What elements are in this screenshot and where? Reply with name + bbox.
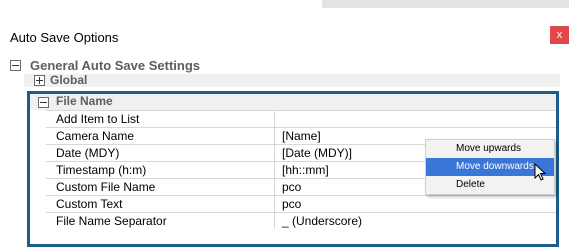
column-divider — [274, 196, 275, 212]
column-divider — [274, 145, 275, 161]
property-row[interactable]: File Name Separator _ (Underscore) — [46, 212, 556, 229]
tree-node-file-name[interactable]: File Name — [30, 94, 556, 110]
property-value[interactable]: [Date (MDY)] — [282, 146, 352, 160]
column-divider — [274, 128, 275, 144]
property-value[interactable]: pco — [282, 197, 301, 211]
window-title: Auto Save Options — [10, 30, 119, 45]
property-name: Date (MDY) — [56, 146, 120, 160]
property-value[interactable]: _ (Underscore) — [282, 214, 362, 228]
property-value[interactable]: [Name] — [282, 129, 321, 143]
property-name: Add Item to List — [56, 112, 140, 126]
close-button[interactable]: x — [550, 26, 569, 44]
collapse-toggle-icon[interactable] — [10, 60, 21, 71]
property-name: Custom Text — [56, 197, 123, 211]
column-divider — [274, 213, 275, 229]
column-divider — [274, 111, 275, 127]
column-divider — [274, 162, 275, 178]
property-name: File Name Separator — [56, 214, 167, 228]
tree-node-label: General Auto Save Settings — [30, 58, 201, 73]
property-value[interactable]: pco — [282, 180, 301, 194]
menu-item-move-upwards[interactable]: Move upwards — [426, 140, 554, 158]
mouse-pointer-icon — [534, 163, 547, 181]
property-name: Custom File Name — [56, 180, 156, 194]
property-name: Timestamp (h:m) — [56, 163, 147, 177]
column-divider — [274, 179, 275, 195]
tree-node-label: Global — [50, 73, 88, 87]
window-top-strip — [322, 0, 569, 8]
property-name: Camera Name — [56, 129, 135, 143]
close-icon: x — [556, 29, 563, 41]
property-row[interactable]: Custom Text pco — [46, 195, 556, 212]
tree-node-label: File Name — [56, 94, 113, 108]
tree-node-global[interactable]: Global — [24, 73, 560, 87]
property-row[interactable]: Add Item to List — [46, 110, 556, 127]
expand-toggle-icon[interactable] — [34, 75, 45, 86]
tree-node-general[interactable]: General Auto Save Settings — [10, 58, 560, 73]
property-value[interactable]: [hh::mm] — [282, 163, 329, 177]
collapse-toggle-icon[interactable] — [38, 97, 49, 108]
